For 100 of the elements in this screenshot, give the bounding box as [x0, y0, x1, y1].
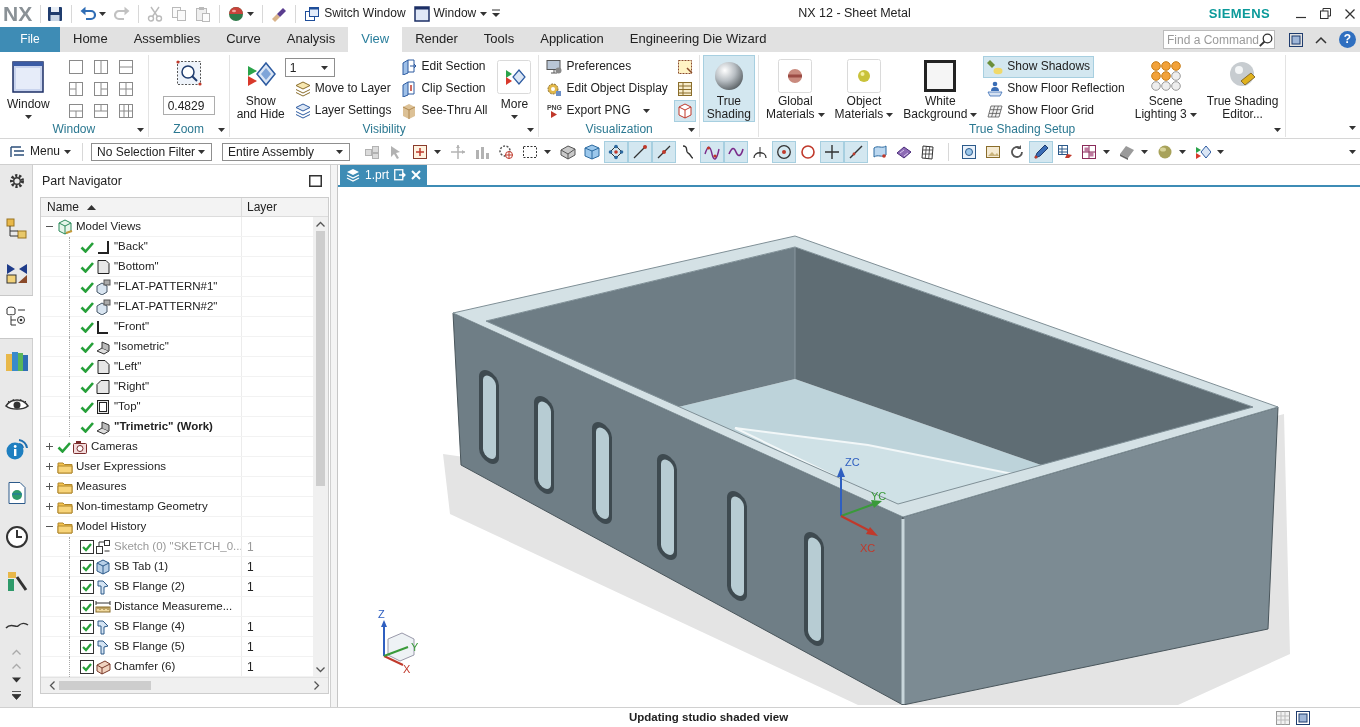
- tree-item[interactable]: "FLAT-PATTERN#1": [114, 277, 218, 296]
- ribbon-tab[interactable]: Home: [60, 27, 121, 52]
- ribbon-button[interactable]: Show Shadows: [983, 56, 1095, 78]
- checkbox-icon[interactable]: [80, 599, 94, 614]
- ribbon-tab[interactable]: Assemblies: [120, 27, 214, 52]
- view-layout-icon[interactable]: [117, 81, 134, 97]
- toolbar-button[interactable]: [772, 140, 797, 163]
- tree-item[interactable]: "Right": [114, 377, 149, 396]
- tree-item[interactable]: "Back": [114, 237, 148, 256]
- checkbox-icon[interactable]: [80, 579, 94, 594]
- toolbar-button[interactable]: [628, 140, 653, 163]
- toolbar-button[interactable]: [844, 140, 869, 163]
- tree-item[interactable]: "Front": [114, 317, 149, 336]
- tree-item[interactable]: "Left": [114, 357, 142, 376]
- tree-item[interactable]: "Trimetric" (Work): [114, 417, 213, 436]
- expand-icon[interactable]: [45, 442, 54, 451]
- view-layout-icon[interactable]: [92, 81, 109, 97]
- check-icon[interactable]: [80, 380, 94, 393]
- caret-icon[interactable]: [1217, 149, 1225, 154]
- check-icon[interactable]: [80, 260, 94, 273]
- ribbon-tab[interactable]: View: [348, 27, 403, 52]
- view-layout-icon[interactable]: [117, 59, 134, 75]
- ribbon-button[interactable]: Show Floor Reflection: [983, 78, 1129, 100]
- tree-item[interactable]: "FLAT-PATTERN#2": [114, 297, 218, 316]
- ribbon-button[interactable]: See-Thru All: [397, 100, 492, 122]
- ribbon-tab[interactable]: Engineering Die Wizard: [616, 27, 780, 52]
- view-layout-icon[interactable]: [67, 81, 84, 97]
- check-icon[interactable]: [80, 420, 94, 433]
- vertical-scrollbar[interactable]: [313, 217, 328, 677]
- tree-item[interactable]: SB Flange (5): [114, 637, 185, 656]
- ribbon-button[interactable]: Preferences: [542, 56, 636, 78]
- tree-item[interactable]: SB Flange (2): [114, 577, 185, 596]
- column-header[interactable]: Name: [41, 198, 241, 216]
- checkbox-icon[interactable]: [80, 559, 94, 574]
- grid-icon[interactable]: [1276, 710, 1290, 725]
- file-menu-tab[interactable]: File: [0, 27, 60, 52]
- column-header[interactable]: Layer: [241, 198, 313, 216]
- ribbon-button[interactable]: Edit Section: [397, 56, 490, 78]
- check-icon[interactable]: [80, 360, 94, 373]
- menu-button[interactable]: Menu: [5, 140, 77, 163]
- assembly-scope-dropdown[interactable]: Entire Assembly: [222, 142, 351, 161]
- window-menu-button[interactable]: Window: [410, 2, 491, 25]
- tree-item[interactable]: SB Tab (1): [114, 557, 169, 576]
- ribbon-button[interactable]: Layer Settings: [290, 100, 396, 122]
- caret-icon[interactable]: [1349, 149, 1356, 154]
- check-icon[interactable]: [80, 340, 94, 353]
- ribbon-button[interactable]: White Background: [899, 55, 982, 122]
- tree-item[interactable]: Non-timestamp Geometry: [76, 497, 208, 516]
- checkbox-icon[interactable]: [80, 639, 94, 654]
- ribbon-button[interactable]: Show Floor Grid: [983, 100, 1099, 122]
- tree-item[interactable]: Chamfer (6): [114, 657, 176, 676]
- full-screen-icon[interactable]: [1289, 32, 1303, 47]
- tree-item[interactable]: "Isometric": [114, 337, 169, 356]
- check-icon[interactable]: [80, 300, 94, 313]
- toolbar-button[interactable]: [700, 140, 725, 163]
- caret-icon[interactable]: [1349, 126, 1356, 130]
- scrollbar-thumb[interactable]: [59, 681, 151, 690]
- toolbar-button[interactable]: [604, 140, 629, 163]
- caret-icon[interactable]: [544, 149, 552, 154]
- ribbon-button[interactable]: Move to Layer: [290, 78, 395, 100]
- ribbon-button[interactable]: Global Materials: [761, 55, 829, 122]
- ribbon-button[interactable]: Clip Section: [397, 78, 490, 100]
- ribbon-button[interactable]: Object Materials: [830, 55, 898, 122]
- expand-icon[interactable]: [45, 482, 54, 491]
- ribbon-button[interactable]: Edit Object Display: [542, 78, 672, 100]
- checkbox-icon[interactable]: [80, 619, 94, 634]
- tree-item[interactable]: Measures: [76, 477, 127, 496]
- toolbar-button[interactable]: [820, 140, 845, 163]
- caret-icon[interactable]: [1179, 149, 1187, 154]
- view-layout-icon[interactable]: [92, 59, 109, 75]
- view-layout-icon[interactable]: [67, 103, 84, 119]
- close-icon[interactable]: [1345, 8, 1355, 19]
- tree-item[interactable]: Model Views: [76, 217, 141, 236]
- tree-item[interactable]: User Expressions: [76, 457, 167, 476]
- expand-icon[interactable]: [45, 462, 54, 471]
- restore-icon[interactable]: [1320, 8, 1331, 19]
- collapse-ribbon-icon[interactable]: [1315, 35, 1327, 44]
- maximize-icon[interactable]: [309, 175, 322, 187]
- check-icon[interactable]: [80, 240, 94, 253]
- view-layout-icon[interactable]: [67, 59, 84, 75]
- zoom-scale-field[interactable]: 0.4829: [162, 96, 215, 115]
- tree-item[interactable]: Distance Measureme...: [114, 597, 233, 616]
- caret-icon[interactable]: [217, 127, 225, 132]
- help-button[interactable]: ?: [1339, 31, 1356, 48]
- selection-filter-dropdown[interactable]: No Selection Filter: [91, 142, 213, 161]
- down-arrow-icon[interactable]: [11, 677, 21, 683]
- double-down-arrow-icon[interactable]: [11, 691, 21, 700]
- caret-icon[interactable]: [136, 127, 144, 132]
- sheet-metal-box-model[interactable]: [452, 235, 1279, 705]
- ribbon-button[interactable]: True Shading: [702, 55, 755, 122]
- horizontal-scrollbar[interactable]: [41, 677, 328, 693]
- tree-item[interactable]: "Top": [114, 397, 141, 416]
- ribbon-tab[interactable]: Analysis: [273, 27, 349, 52]
- caret-icon[interactable]: [527, 127, 535, 132]
- ribbon-tab[interactable]: Render: [402, 27, 471, 52]
- caret-icon[interactable]: [687, 127, 695, 132]
- window-icon[interactable]: [1296, 710, 1310, 725]
- check-icon[interactable]: [80, 320, 94, 333]
- ribbon-button[interactable]: Scene Lighting 3: [1130, 55, 1201, 122]
- view-layout-icon[interactable]: [92, 103, 109, 119]
